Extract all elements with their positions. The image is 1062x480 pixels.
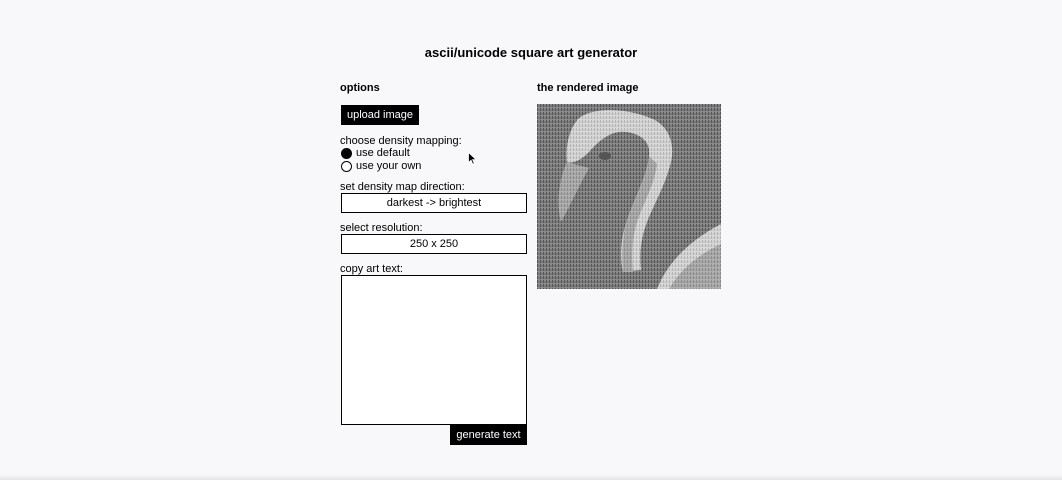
radio-use-your-own[interactable]: use your own — [341, 160, 421, 172]
page-title: ascii/unicode square art generator — [424, 45, 638, 60]
radio-unchecked-icon[interactable] — [341, 160, 352, 172]
options-heading: options — [340, 82, 380, 94]
mouse-cursor-icon — [468, 151, 478, 168]
upload-image-button[interactable]: upload image — [341, 105, 419, 125]
rendered-swan-image — [537, 104, 721, 289]
density-mapping-label: choose density mapping: — [340, 135, 462, 147]
direction-label: set density map direction: — [340, 181, 465, 193]
radio-use-your-own-label: use your own — [356, 160, 422, 172]
window-bottom-edge — [0, 474, 1062, 480]
direction-select[interactable]: darkest -> brightest — [341, 193, 527, 213]
art-text-area[interactable] — [341, 275, 527, 425]
resolution-select[interactable]: 250 x 250 — [341, 234, 527, 254]
resolution-label: select resolution: — [340, 222, 423, 234]
radio-use-default[interactable]: use default — [341, 147, 410, 159]
radio-checked-icon[interactable] — [341, 147, 352, 159]
generate-text-button[interactable]: generate text — [450, 424, 527, 445]
radio-use-default-label: use default — [356, 147, 410, 159]
rendered-image-heading: the rendered image — [537, 82, 639, 94]
copy-art-text-label: copy art text: — [340, 263, 403, 275]
